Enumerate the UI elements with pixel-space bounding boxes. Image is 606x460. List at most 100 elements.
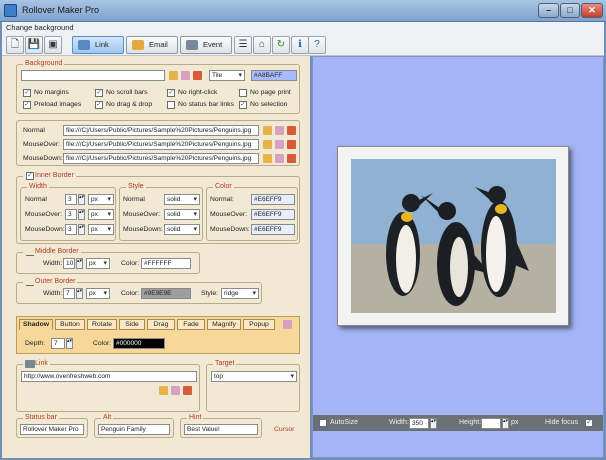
browse-image-icon[interactable] <box>287 140 296 149</box>
inner-mousedown-color-field[interactable]: #E6EFF9 <box>251 224 295 235</box>
open-folder-icon[interactable] <box>263 154 272 163</box>
no-right-click-checkbox[interactable]: ✓ <box>167 89 175 97</box>
tab-magnify[interactable]: Magnify <box>207 319 241 330</box>
shadow-depth-stepper[interactable]: ▴▾ <box>66 338 73 349</box>
outer-style-select[interactable]: ridge <box>221 288 259 299</box>
tab-popup[interactable]: Popup <box>243 319 275 330</box>
mousedown-image-input[interactable]: file:///C|/Users/Public/Pictures/Sample%… <box>63 153 259 164</box>
preview-width-stepper[interactable]: ▴▾ <box>430 418 437 429</box>
help-icon[interactable]: ? <box>308 36 326 54</box>
tab-side[interactable]: Side <box>119 319 145 330</box>
save-icon[interactable]: 💾 <box>25 36 43 54</box>
preview-toolbar: AutoSize Width: 350 ▴▾ Height: ▴▾ px Hid… <box>313 415 603 431</box>
open-folder-icon[interactable] <box>263 140 272 149</box>
home-icon[interactable]: ⌂ <box>253 36 271 54</box>
shadow-color-field[interactable]: #000000 <box>113 338 165 349</box>
inner-mouseover-color-field[interactable]: #E6EFF9 <box>251 209 295 220</box>
background-group: Background Tile #A8BAFF ✓ No margins ✓ N… <box>16 60 300 114</box>
browse-image-icon[interactable] <box>287 154 296 163</box>
middle-color-field[interactable]: #FFFFFF <box>141 258 191 269</box>
no-status-bar-links-checkbox[interactable] <box>167 101 175 109</box>
shadow-depth-input[interactable]: 7 <box>51 338 65 349</box>
minimize-button[interactable]: – <box>538 3 559 18</box>
status-bar-input[interactable]: Rollover Maker Pro <box>20 424 84 435</box>
outer-width-input[interactable]: 7 <box>63 288 75 299</box>
inner-mousedown-width-stepper[interactable]: ▴▾ <box>78 224 85 235</box>
tab-fade[interactable]: Fade <box>177 319 205 330</box>
inner-mouseover-unit-select[interactable]: px <box>88 209 114 220</box>
tab-button[interactable]: Button <box>55 319 85 330</box>
autosize-checkbox[interactable] <box>319 419 327 427</box>
eraser-icon[interactable] <box>171 386 180 395</box>
eraser-icon[interactable] <box>283 320 292 329</box>
inner-normal-width-stepper[interactable]: ▴▾ <box>78 194 85 205</box>
link-mode-button[interactable]: Link <box>72 36 124 54</box>
preview-height-input[interactable] <box>481 418 501 429</box>
link-url-input[interactable]: http://www.ovenfreshweb.com <box>21 371 197 382</box>
shadow-depth-label: Depth: <box>25 340 46 347</box>
eraser-icon[interactable] <box>275 140 284 149</box>
inner-mouseover-width-input[interactable]: 3 <box>65 209 77 220</box>
inner-mouseover-style-select[interactable]: solid <box>164 209 200 220</box>
normal-image-input[interactable]: file:///C|/Users/Public/Pictures/Sample%… <box>63 125 259 136</box>
tab-drag[interactable]: Drag <box>147 319 175 330</box>
hide-focus-checkbox[interactable]: ✓ <box>585 419 593 427</box>
no-scroll-bars-checkbox[interactable]: ✓ <box>95 89 103 97</box>
open-folder-icon[interactable] <box>169 71 178 80</box>
outer-unit-select[interactable]: px <box>86 288 110 299</box>
maximize-button[interactable]: □ <box>560 3 580 18</box>
menu-change-background[interactable]: Change background <box>6 23 74 32</box>
no-drag-drop-checkbox[interactable]: ✓ <box>95 101 103 109</box>
inner-mouseover-width-stepper[interactable]: ▴▾ <box>78 209 85 220</box>
background-color-field[interactable]: #A8BAFF <box>251 70 297 81</box>
eraser-icon[interactable] <box>275 154 284 163</box>
email-mode-button[interactable]: Email <box>126 36 178 54</box>
background-mode-select[interactable]: Tile <box>209 70 245 81</box>
no-margins-label: No margins <box>34 89 69 96</box>
middle-width-input[interactable]: 10 <box>63 258 75 269</box>
status-bar-label: Status bar <box>23 414 59 421</box>
middle-width-stepper[interactable]: ▴▾ <box>76 258 83 269</box>
browse-image-icon[interactable] <box>193 71 202 80</box>
inner-mouseover-label: MouseOver: <box>25 211 63 218</box>
alt-input[interactable]: Penguin Family <box>98 424 170 435</box>
event-mode-button[interactable]: Event <box>180 36 232 54</box>
inner-mousedown-unit-select[interactable]: px <box>88 224 114 235</box>
background-path-input[interactable] <box>21 70 165 81</box>
inner-mousedown-width-input[interactable]: 3 <box>65 224 77 235</box>
info-icon[interactable]: ℹ <box>291 36 309 54</box>
browse-image-icon[interactable] <box>287 126 296 135</box>
tab-rotate[interactable]: Rotate <box>87 319 117 330</box>
inner-normal-style-select[interactable]: solid <box>164 194 200 205</box>
inner-normal-unit-select[interactable]: px <box>88 194 114 205</box>
no-page-print-checkbox[interactable] <box>239 89 247 97</box>
refresh-icon[interactable]: ↻ <box>272 36 290 54</box>
preload-images-checkbox[interactable]: ✓ <box>23 101 31 109</box>
outer-width-stepper[interactable]: ▴▾ <box>76 288 83 299</box>
new-file-icon[interactable]: 🗋 <box>6 36 24 54</box>
close-button[interactable]: ✕ <box>581 3 603 18</box>
cursor-label[interactable]: Cursor <box>274 426 294 433</box>
list-icon[interactable]: ☰ <box>234 36 252 54</box>
no-margins-checkbox[interactable]: ✓ <box>23 89 31 97</box>
open-folder-icon[interactable] <box>263 126 272 135</box>
inner-mousedown-style-select[interactable]: solid <box>164 224 200 235</box>
target-select[interactable]: top <box>211 371 297 382</box>
middle-unit-select[interactable]: px <box>86 258 110 269</box>
hint-input[interactable]: Best Value! <box>184 424 258 435</box>
inner-normal-color-field[interactable]: #E6EFF9 <box>251 194 295 205</box>
tab-shadow[interactable]: Shadow <box>19 319 53 330</box>
preview-width-input[interactable]: 350 <box>409 418 429 429</box>
open-folder-icon[interactable] <box>159 386 168 395</box>
inner-border-checkbox[interactable]: ✓ <box>26 172 34 180</box>
inner-normal-width-input[interactable]: 3 <box>65 194 77 205</box>
preview-height-stepper[interactable]: ▴▾ <box>502 418 509 429</box>
eraser-icon[interactable] <box>181 71 190 80</box>
browse-image-icon[interactable] <box>183 386 192 395</box>
export-icon[interactable]: ▣ <box>44 36 62 54</box>
eraser-icon[interactable] <box>275 126 284 135</box>
outer-color-field[interactable]: #9E9E9E <box>141 288 191 299</box>
no-selection-checkbox[interactable]: ✓ <box>239 101 247 109</box>
mouseover-image-input[interactable]: file:///C|/Users/Public/Pictures/Sample%… <box>63 139 259 150</box>
rollover-preview-frame[interactable] <box>337 146 569 326</box>
